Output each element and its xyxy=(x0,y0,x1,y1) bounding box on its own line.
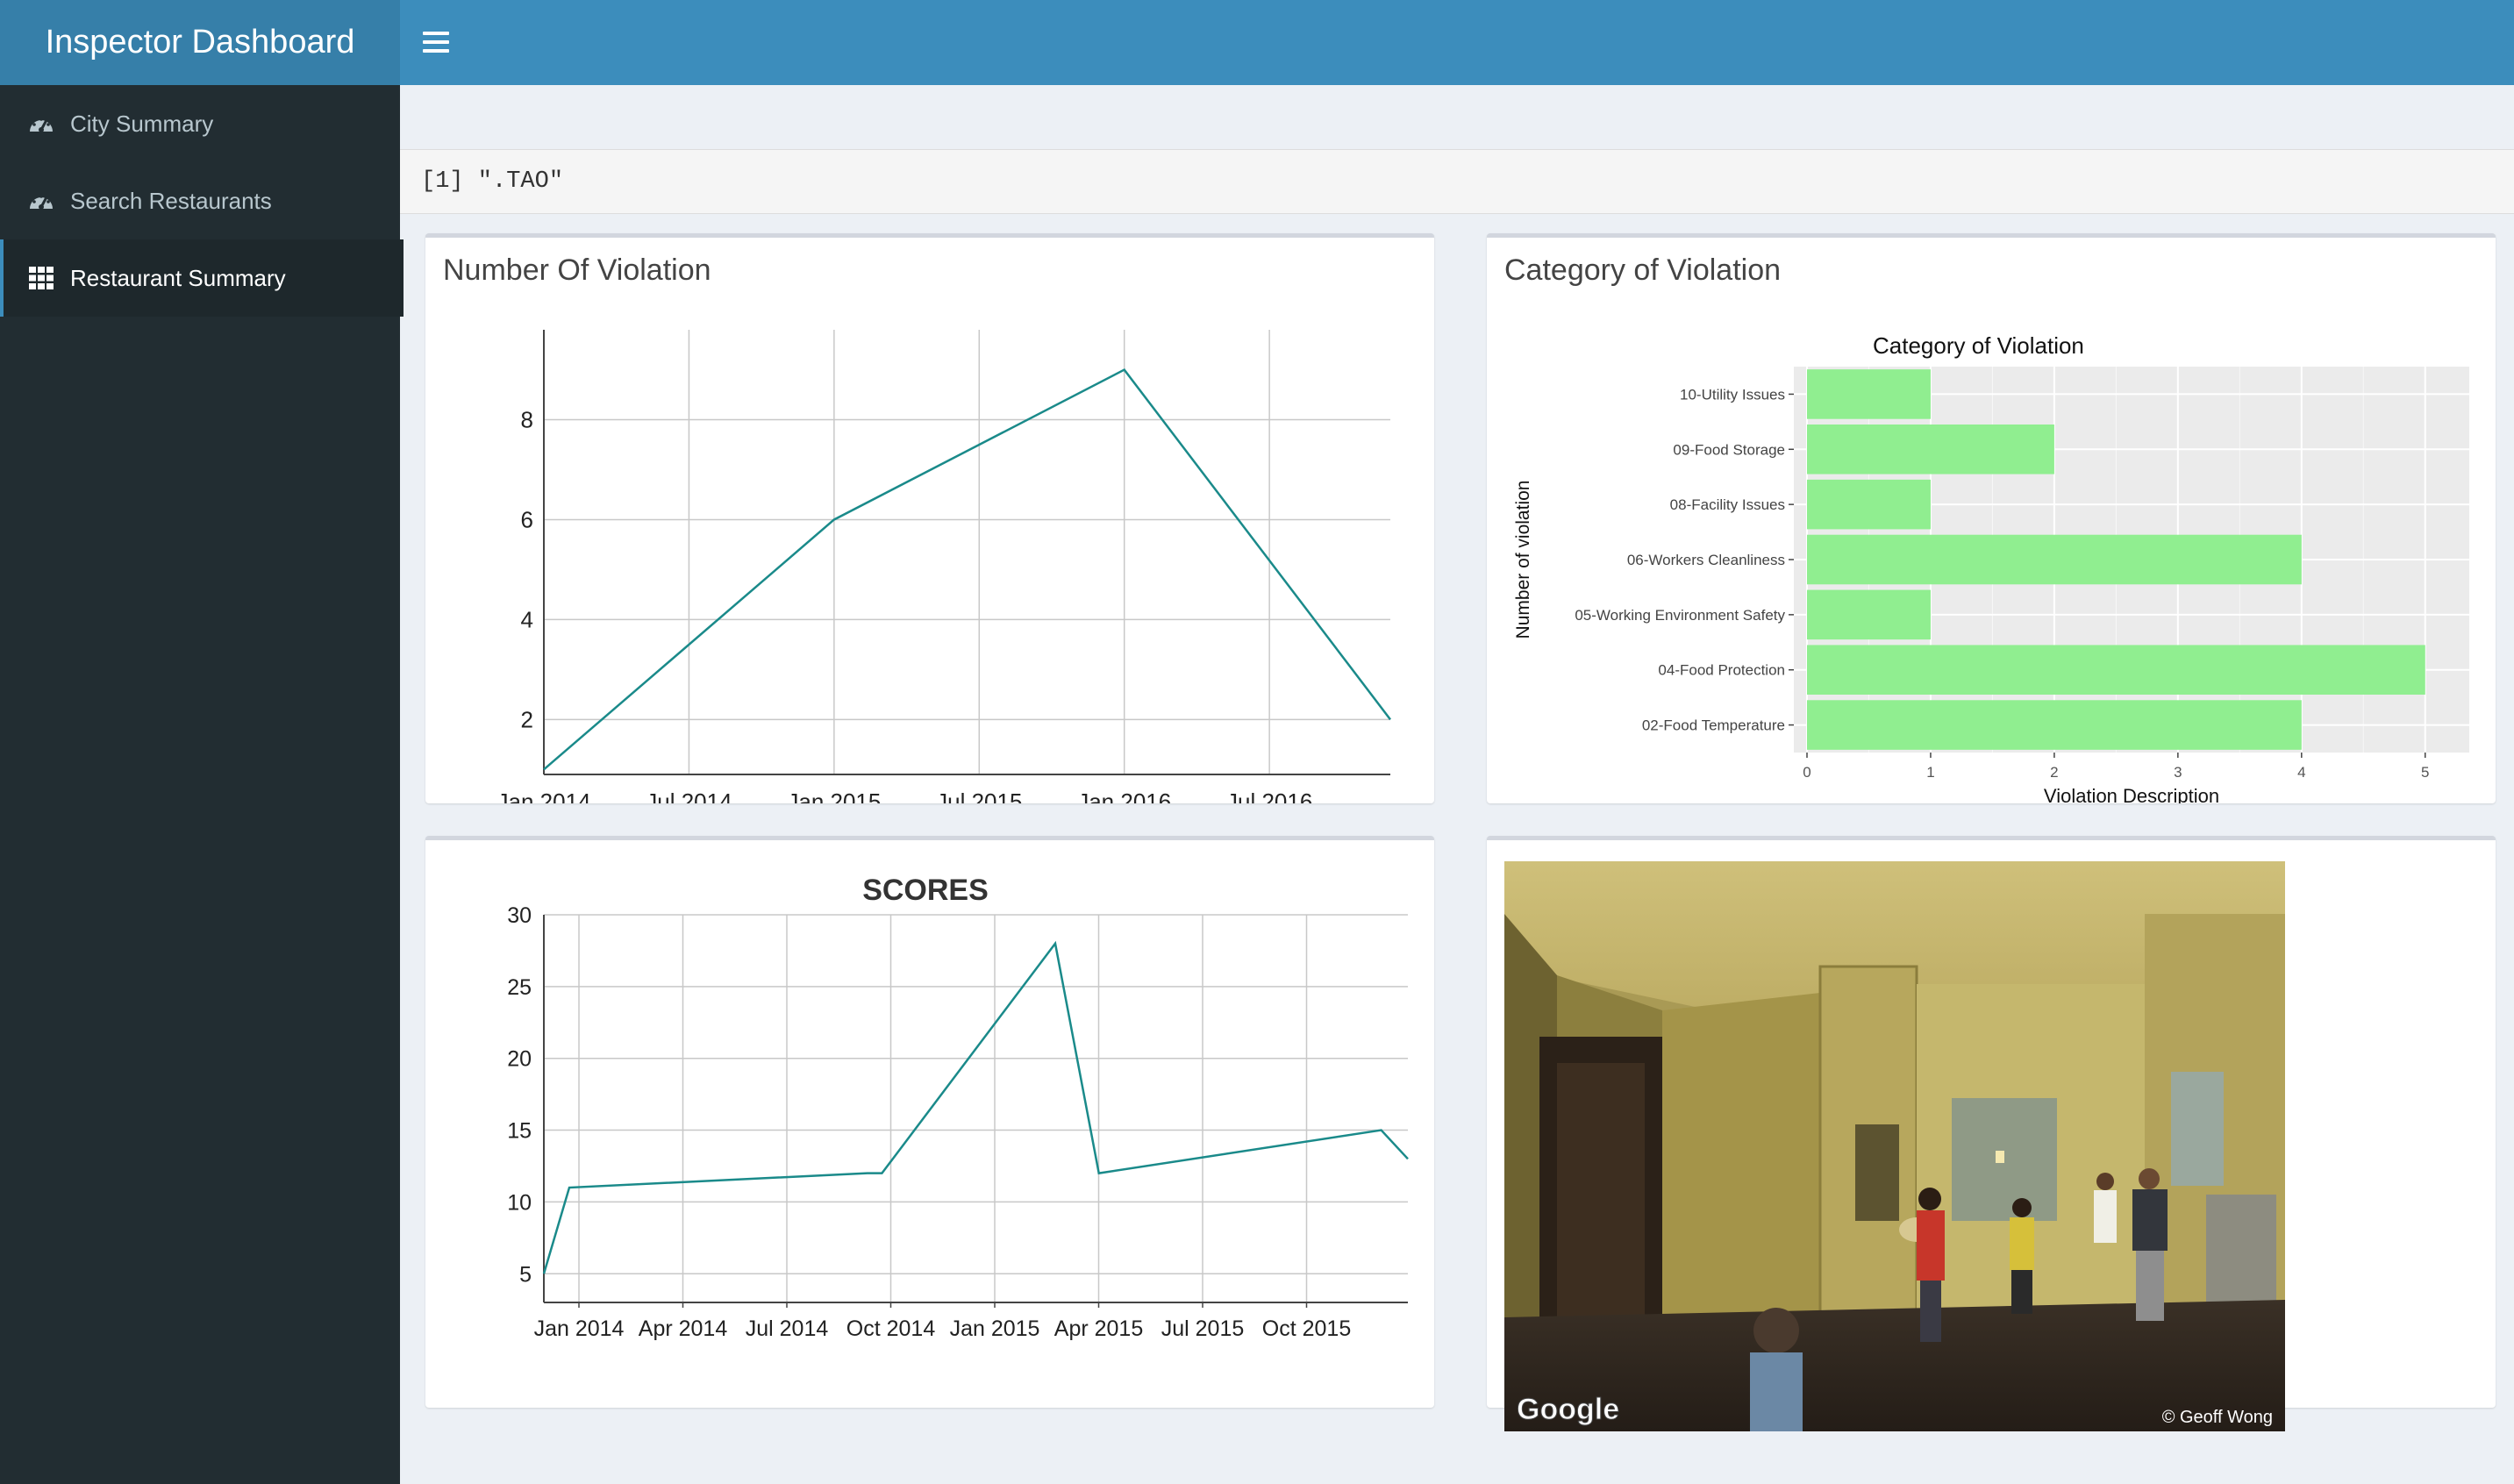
y-tick-label: 5 xyxy=(519,1262,532,1287)
sidebar-item-search-restaurants[interactable]: Search Restaurants xyxy=(0,162,400,239)
x-tick-label: Apr 2014 xyxy=(639,1316,728,1341)
y-tick-label: 4 xyxy=(521,606,533,632)
output-text: [1] ".TAO" xyxy=(421,168,564,195)
category-bar xyxy=(1807,534,2302,585)
grid-icon xyxy=(28,265,54,291)
y-tick-label: 2 xyxy=(521,706,533,732)
category-bar xyxy=(1807,425,2054,474)
app-title: Inspector Dashboard xyxy=(45,24,355,61)
x-tick-label: Jan 2015 xyxy=(950,1316,1040,1341)
x-axis-title: Violation Description xyxy=(2044,785,2219,803)
y-axis-title: Number of violation xyxy=(1513,481,1533,639)
category-bar xyxy=(1807,589,1931,640)
x-tick-label: Jul 2016 xyxy=(1226,788,1312,803)
y-tick-label: 15 xyxy=(507,1119,532,1144)
menu-toggle-icon[interactable] xyxy=(423,26,449,58)
category-bar xyxy=(1807,700,2302,750)
x-tick-label: 0 xyxy=(1803,764,1811,781)
y-tick-label: 6 xyxy=(521,506,533,532)
x-tick-label: Apr 2015 xyxy=(1054,1316,1143,1341)
category-bar xyxy=(1807,369,1931,419)
sidebar-item-label: City Summary xyxy=(70,110,214,137)
sidebar-item-city-summary[interactable]: City Summary xyxy=(0,85,400,162)
category-bar xyxy=(1807,645,2425,695)
y-tick-label: 10 xyxy=(507,1190,532,1215)
x-tick-label: Jul 2014 xyxy=(746,1316,829,1341)
y-tick-label: 30 xyxy=(507,903,532,928)
category-label: 09-Food Storage xyxy=(1673,441,1785,458)
category-panel: Category of Violation Category of Violat… xyxy=(1487,233,2496,803)
x-tick-label: 2 xyxy=(2050,764,2058,781)
category-label: 05-Working Environment Safety xyxy=(1575,607,1785,624)
category-label: 10-Utility Issues xyxy=(1680,386,1785,403)
dashboard-icon xyxy=(28,111,54,137)
app-logo[interactable]: Inspector Dashboard xyxy=(0,0,400,85)
scores-series-line xyxy=(542,940,1409,1274)
category-label: 08-Facility Issues xyxy=(1670,496,1785,513)
x-tick-label: Oct 2014 xyxy=(846,1316,936,1341)
violations-panel: Number Of Violation Jan 2014 Jul 2014 Jan … xyxy=(425,233,1434,803)
dashboard-icon xyxy=(28,188,54,214)
sidebar: City Summary Search Restaurants Restaura… xyxy=(0,85,404,1484)
x-tick-label: Jan 2014 xyxy=(497,788,591,803)
sidebar-item-restaurant-summary[interactable]: Restaurant Summary xyxy=(0,239,404,317)
text-output: [1] ".TAO" xyxy=(400,149,2514,214)
chart-title: SCORES xyxy=(862,874,989,907)
x-tick-label: Jan 2016 xyxy=(1077,788,1171,803)
x-tick-label: 4 xyxy=(2297,764,2305,781)
x-tick-label: Jul 2015 xyxy=(1161,1316,1245,1341)
photo-credit: © Geoff Wong xyxy=(2162,1408,2273,1427)
chart-title: Category of Violation xyxy=(1873,332,2084,359)
sidebar-item-label: Search Restaurants xyxy=(70,187,272,214)
y-tick-label: 25 xyxy=(507,975,532,1000)
category-label: 02-Food Temperature xyxy=(1642,717,1785,734)
violations-series-line xyxy=(543,367,1391,771)
scores-panel: SCORES Jan 2014 Apr 2014 Jul 2014 Oct 2014 Ja… xyxy=(425,836,1434,1408)
y-tick-label: 8 xyxy=(521,407,533,433)
google-logo: Google xyxy=(1517,1393,1619,1426)
x-tick-label: Jul 2014 xyxy=(646,788,732,803)
violations-chart: Jan 2014 Jul 2014 Jan 2015 Jul 2015 Jan 2016… xyxy=(497,330,1391,803)
x-tick-label: Jan 2015 xyxy=(787,788,881,803)
category-chart: Category of Violation 0 1 2 3 4 5 10-Utility Is… xyxy=(1513,332,2469,803)
x-tick-label: 3 xyxy=(2174,764,2182,781)
top-navbar xyxy=(400,0,2514,85)
x-tick-label: Jul 2015 xyxy=(936,788,1022,803)
x-tick-label: Jan 2014 xyxy=(534,1316,625,1341)
x-tick-label: 5 xyxy=(2421,764,2429,781)
x-tick-label: Oct 2015 xyxy=(1262,1316,1351,1341)
y-tick-label: 20 xyxy=(507,1047,532,1072)
x-tick-label: 1 xyxy=(1926,764,1934,781)
category-label: 06-Workers Cleanliness xyxy=(1627,552,1785,568)
sidebar-item-label: Restaurant Summary xyxy=(70,264,286,291)
category-label: 04-Food Protection xyxy=(1658,662,1785,679)
scores-chart: SCORES Jan 2014 Apr 2014 Jul 2014 Oct 2014 Ja… xyxy=(507,874,1409,1341)
category-bar xyxy=(1807,479,1931,530)
photo-panel: Google © Geoff Wong xyxy=(1487,836,2496,1431)
street-view-image[interactable]: Google © Geoff Wong xyxy=(1504,861,2285,1431)
